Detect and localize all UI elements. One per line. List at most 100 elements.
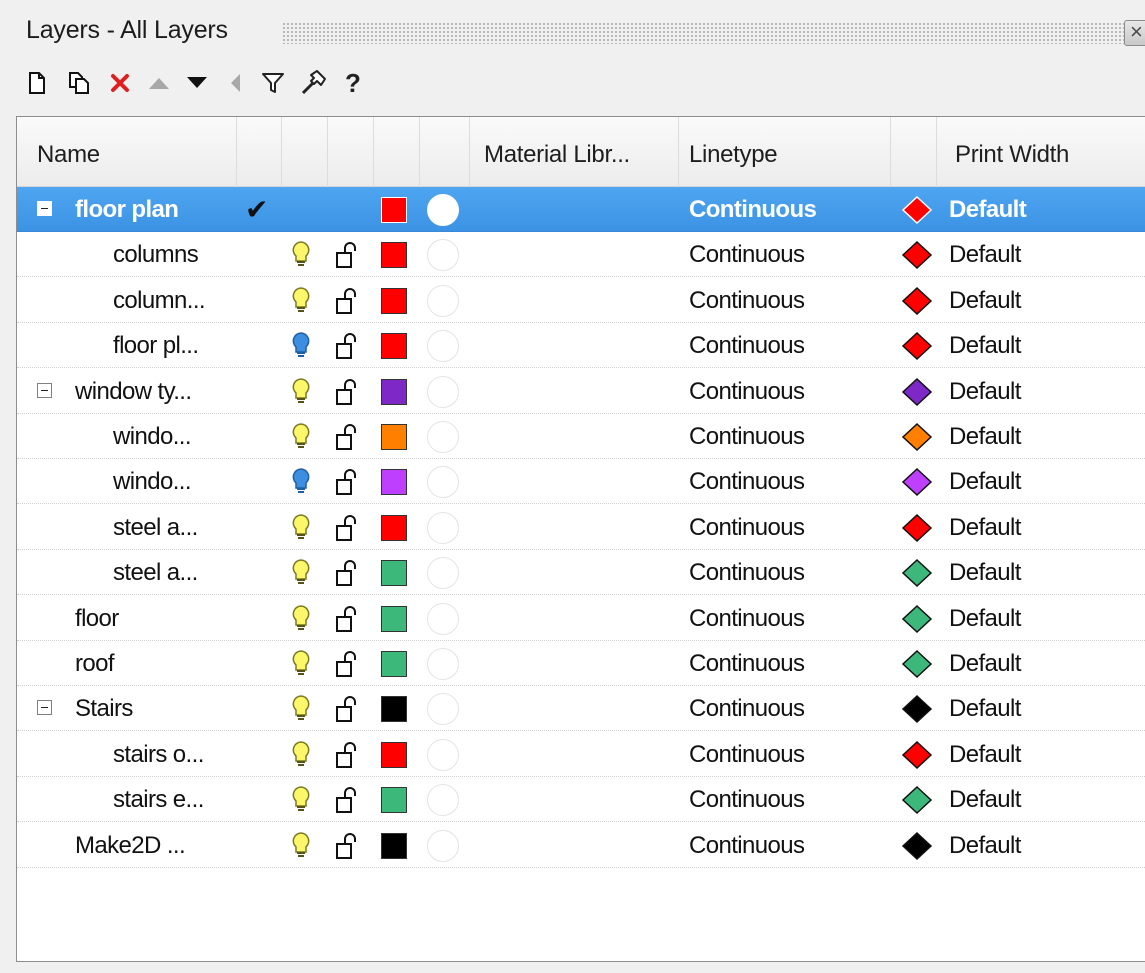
- layer-color-swatch[interactable]: [381, 242, 407, 269]
- light-bulb-on-icon[interactable]: [289, 558, 313, 593]
- layer-color-swatch[interactable]: [381, 787, 407, 814]
- layer-color-swatch[interactable]: [381, 514, 407, 541]
- material-circle-icon[interactable]: [427, 239, 459, 272]
- layer-print-width[interactable]: Default: [949, 741, 1021, 769]
- unlocked-icon[interactable]: [335, 649, 361, 684]
- layer-name[interactable]: floor plan: [75, 196, 179, 224]
- move-down-icon[interactable]: [180, 66, 214, 100]
- layer-name[interactable]: floor: [75, 605, 119, 633]
- layer-color-swatch[interactable]: [381, 696, 407, 723]
- print-color-diamond-icon[interactable]: [901, 195, 933, 230]
- layer-row[interactable]: steel a... Continuous Default: [17, 505, 1145, 550]
- unlocked-icon[interactable]: [335, 694, 361, 729]
- layer-name[interactable]: steel a...: [113, 514, 198, 542]
- print-color-diamond-icon[interactable]: [901, 604, 933, 639]
- layer-color-swatch[interactable]: [381, 560, 407, 587]
- material-circle-icon[interactable]: [427, 421, 459, 453]
- layer-linetype[interactable]: Continuous: [689, 287, 805, 315]
- print-color-diamond-icon[interactable]: [901, 240, 933, 275]
- new-sublayer-icon[interactable]: [62, 66, 96, 100]
- print-color-diamond-icon[interactable]: [901, 467, 933, 502]
- unlocked-icon[interactable]: [335, 286, 361, 321]
- layer-linetype[interactable]: Continuous: [689, 241, 805, 269]
- material-circle-icon[interactable]: [427, 738, 459, 771]
- print-color-diamond-icon[interactable]: [901, 286, 933, 321]
- layer-color-swatch[interactable]: [381, 197, 407, 223]
- layer-name[interactable]: windo...: [113, 423, 192, 451]
- layer-print-width[interactable]: Default: [949, 786, 1021, 814]
- light-bulb-off-icon[interactable]: [289, 467, 313, 502]
- column-header-print-width[interactable]: Print Width: [937, 117, 1145, 187]
- light-bulb-on-icon[interactable]: [289, 694, 313, 729]
- print-color-diamond-icon[interactable]: [901, 513, 933, 548]
- unlocked-icon[interactable]: [335, 513, 361, 548]
- print-color-diamond-icon[interactable]: [901, 422, 933, 457]
- layer-row[interactable]: steel a... Continuous Default: [17, 550, 1145, 596]
- layer-linetype[interactable]: Continuous: [689, 468, 805, 496]
- layer-row[interactable]: floor plan ✔ Continuous Default: [17, 187, 1145, 232]
- layer-linetype[interactable]: Continuous: [689, 559, 805, 587]
- layer-color-swatch[interactable]: [381, 378, 407, 405]
- layer-color-swatch[interactable]: [381, 651, 407, 677]
- layer-linetype[interactable]: Continuous: [689, 786, 805, 814]
- layer-linetype[interactable]: Continuous: [689, 378, 805, 406]
- layer-linetype[interactable]: Continuous: [689, 332, 805, 360]
- unlocked-icon[interactable]: [335, 740, 361, 775]
- layer-name[interactable]: windo...: [113, 468, 192, 496]
- move-out-icon[interactable]: [218, 66, 252, 100]
- light-bulb-on-icon[interactable]: [289, 513, 313, 548]
- layer-name[interactable]: Stairs: [75, 695, 133, 723]
- layer-print-width[interactable]: Default: [949, 605, 1021, 633]
- material-circle-icon[interactable]: [427, 511, 459, 544]
- material-circle-icon[interactable]: [427, 602, 459, 635]
- layer-color-swatch[interactable]: [381, 287, 407, 314]
- print-color-diamond-icon[interactable]: [901, 331, 933, 366]
- print-color-diamond-icon[interactable]: [901, 694, 933, 729]
- layer-print-width[interactable]: Default: [949, 514, 1021, 542]
- layer-name[interactable]: Make2D ...: [75, 832, 186, 860]
- unlocked-icon[interactable]: [335, 604, 361, 639]
- layer-row[interactable]: stairs e... Continuous Default: [17, 777, 1145, 823]
- layer-print-width[interactable]: Default: [949, 695, 1021, 723]
- column-header-visible[interactable]: [282, 117, 328, 187]
- drag-grip[interactable]: [282, 22, 1125, 44]
- layer-row[interactable]: stairs o... Continuous Default: [17, 732, 1145, 777]
- layer-row[interactable]: roof Continuous Default: [17, 641, 1145, 686]
- column-header-locked[interactable]: [328, 117, 374, 187]
- layer-color-swatch[interactable]: [381, 741, 407, 768]
- material-circle-icon[interactable]: [427, 557, 459, 590]
- light-bulb-on-icon[interactable]: [289, 831, 313, 866]
- collapse-icon[interactable]: [37, 382, 52, 398]
- layer-color-swatch[interactable]: [381, 333, 407, 360]
- material-circle-icon[interactable]: [427, 829, 459, 862]
- material-circle-icon[interactable]: [427, 784, 459, 817]
- layer-name[interactable]: floor pl...: [113, 332, 199, 360]
- layer-print-width[interactable]: Default: [949, 650, 1021, 678]
- column-header-material-library[interactable]: Material Libr...: [470, 117, 679, 187]
- light-bulb-on-icon[interactable]: [289, 377, 313, 412]
- layer-name[interactable]: column...: [113, 287, 206, 315]
- column-header-current[interactable]: [237, 117, 282, 187]
- column-header-material[interactable]: [420, 117, 470, 187]
- print-color-diamond-icon[interactable]: [901, 831, 933, 866]
- light-bulb-on-icon[interactable]: [289, 785, 313, 820]
- column-header-print-color[interactable]: [891, 117, 937, 187]
- unlocked-icon[interactable]: [335, 377, 361, 412]
- column-header-color[interactable]: [374, 117, 420, 187]
- layer-name[interactable]: stairs e...: [113, 786, 204, 814]
- layer-linetype[interactable]: Continuous: [689, 695, 805, 723]
- light-bulb-on-icon[interactable]: [289, 740, 313, 775]
- unlocked-icon[interactable]: [335, 831, 361, 866]
- layer-print-width[interactable]: Default: [949, 332, 1021, 360]
- layer-color-swatch[interactable]: [381, 832, 407, 859]
- print-color-diamond-icon[interactable]: [901, 377, 933, 412]
- layer-linetype[interactable]: Continuous: [689, 741, 805, 769]
- layer-row[interactable]: Stairs Continuous Default: [17, 686, 1145, 732]
- layer-print-width[interactable]: Default: [949, 832, 1021, 860]
- layer-row[interactable]: windo... Continuous Default: [17, 414, 1145, 459]
- unlocked-icon[interactable]: [335, 240, 361, 275]
- material-circle-icon[interactable]: [427, 375, 459, 408]
- tools-icon[interactable]: [296, 66, 330, 100]
- delete-icon[interactable]: [103, 66, 137, 100]
- layer-row[interactable]: windo... Continuous Default: [17, 459, 1145, 505]
